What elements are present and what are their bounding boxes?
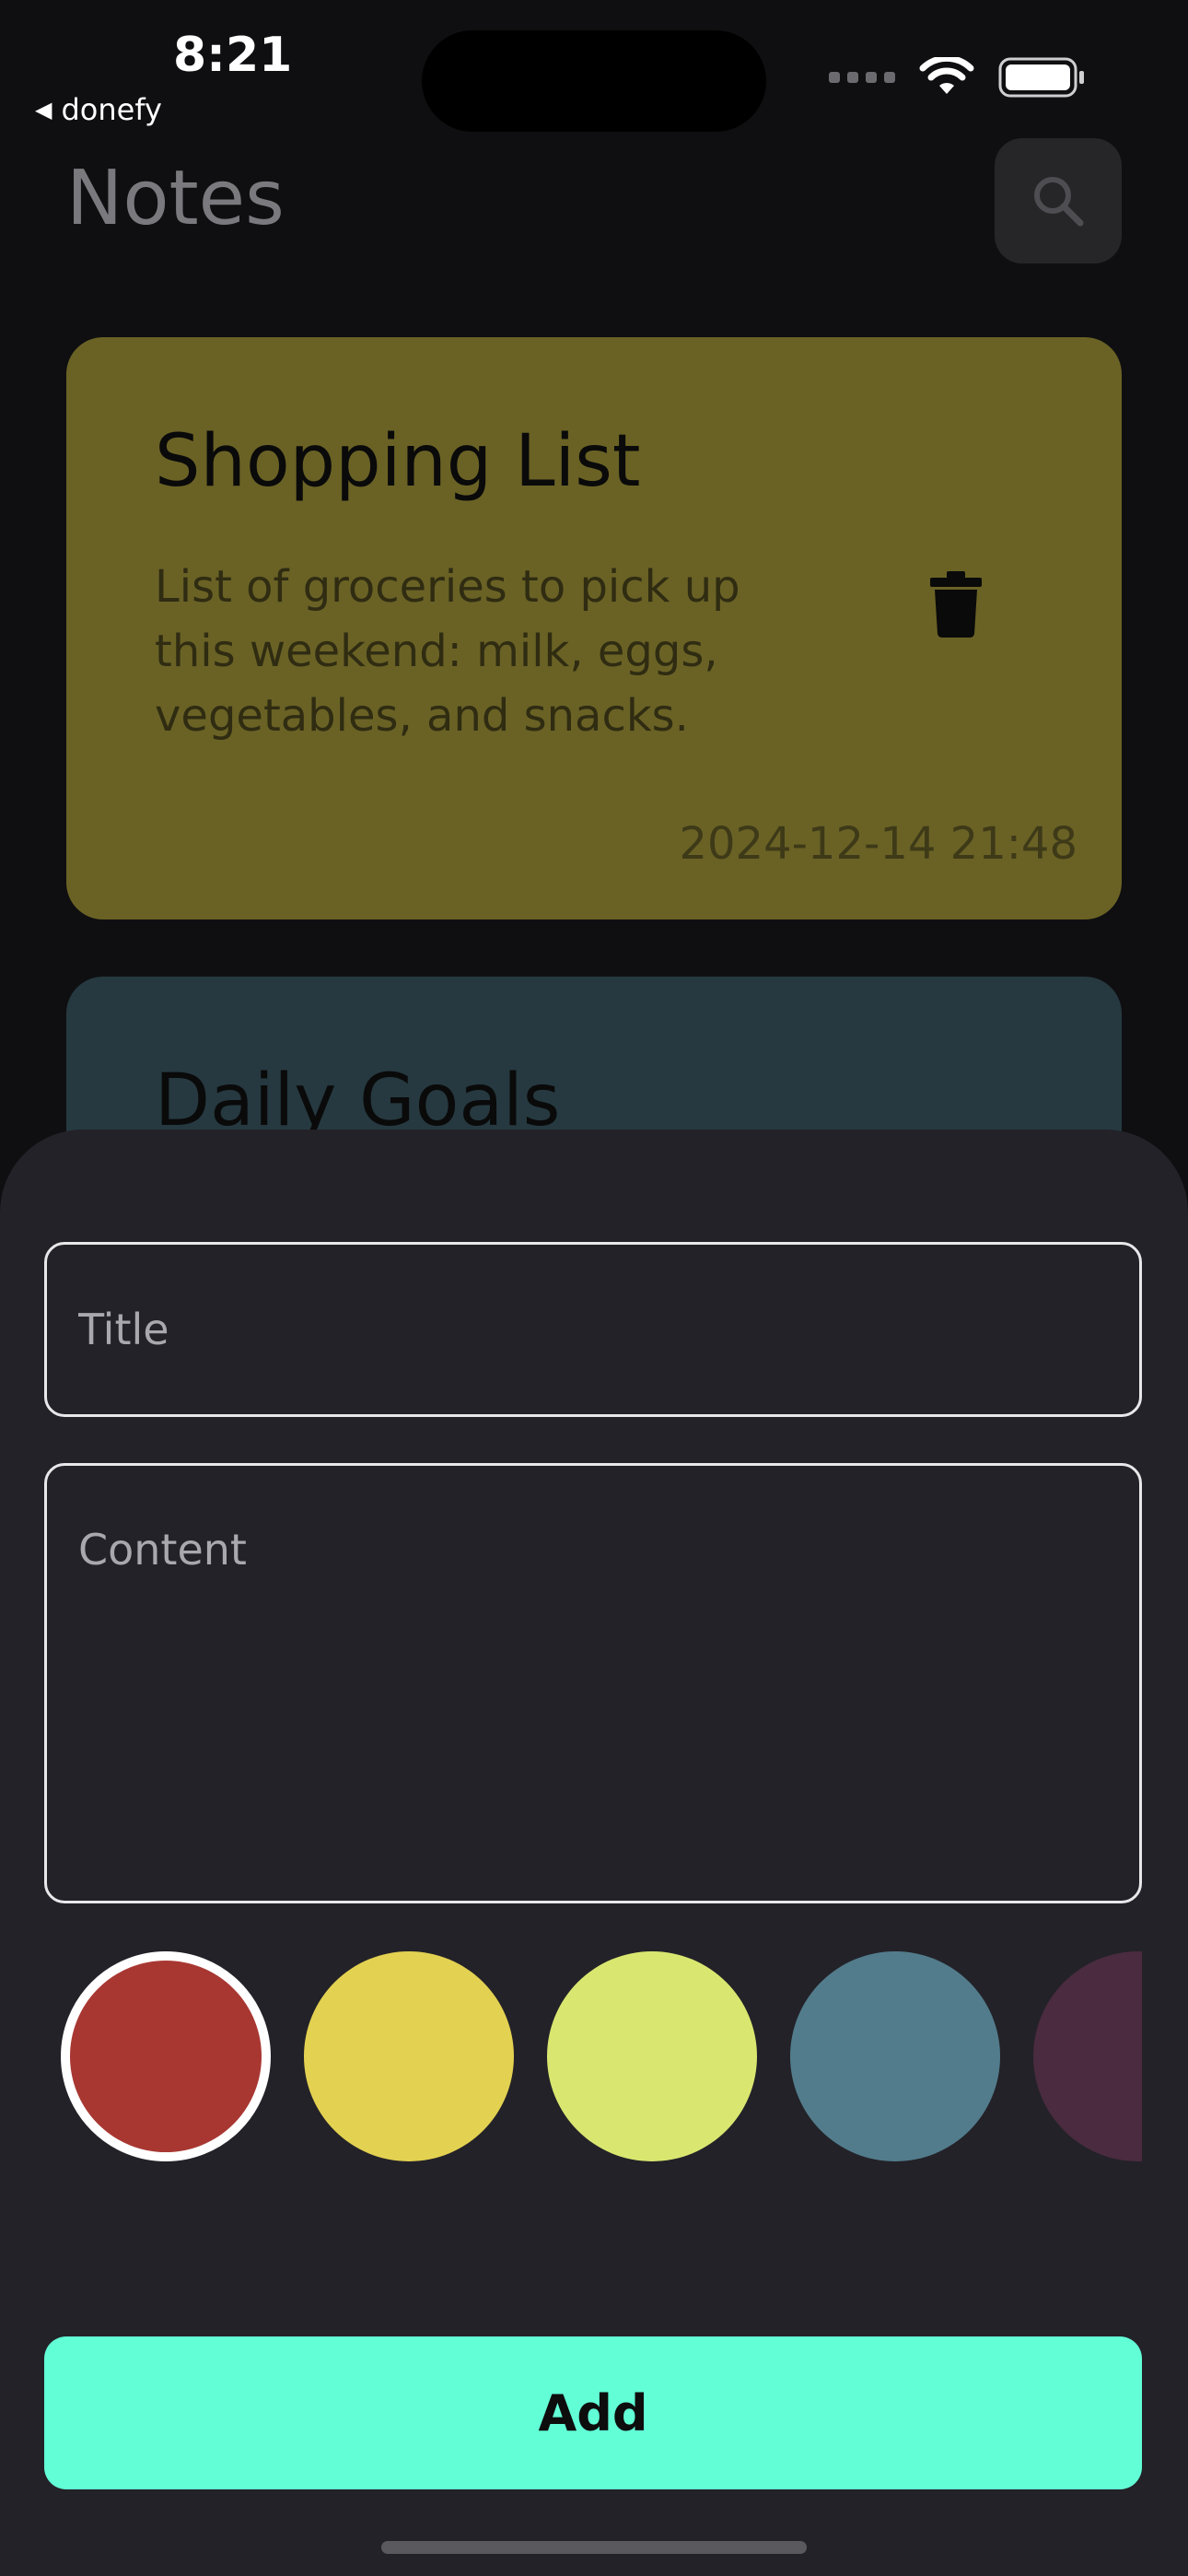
battery-icon [998,57,1084,98]
color-swatch-yellow[interactable] [304,1951,514,2161]
back-arrow-icon: ◀ [35,97,52,123]
back-to-app-button[interactable]: ◀ donefy [35,92,162,127]
search-icon [1034,177,1084,227]
color-swatch-plum[interactable] [1033,1951,1142,2161]
status-icons [829,57,1085,98]
content-input[interactable] [44,1463,1142,1903]
note-title: Shopping List [155,420,641,503]
cellular-signal-icon [829,72,895,83]
title-input[interactable] [44,1242,1142,1417]
delete-note-button[interactable] [914,562,998,647]
add-button[interactable]: Add [44,2336,1142,2489]
note-date: 2024-12-14 21:48 [679,818,1077,870]
color-swatch-lime[interactable] [547,1951,757,2161]
screen: 8:21 ◀ donefy Notes Shopping List List o… [0,0,1188,2576]
status-time: 8:21 [173,28,293,83]
search-button[interactable] [995,138,1122,263]
page-title: Notes [66,155,285,242]
note-content: List of groceries to pick up this weeken… [155,561,740,742]
dynamic-island [422,30,766,132]
color-swatch-blue[interactable] [790,1951,1000,2161]
wifi-icon [919,57,974,94]
note-card[interactable]: Shopping List List of groceries to pick … [66,337,1122,919]
color-picker [0,1948,1142,2165]
trash-icon [930,571,982,638]
home-indicator [381,2541,807,2554]
add-note-sheet: Add [0,1130,1188,2576]
color-swatch-red[interactable] [61,1951,271,2161]
back-app-label: donefy [61,92,162,127]
